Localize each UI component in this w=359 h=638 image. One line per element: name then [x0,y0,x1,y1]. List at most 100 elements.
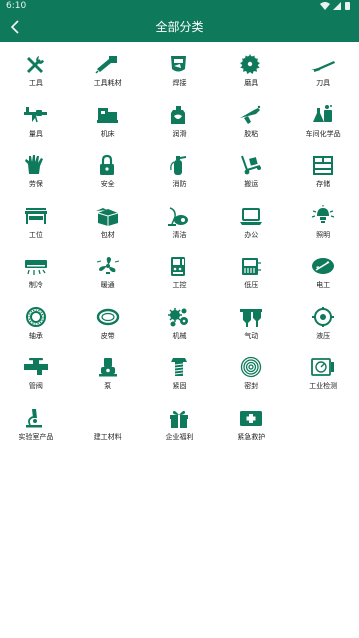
category-label: 轴承 [28,331,43,340]
category-label: 工业检测 [309,382,338,390]
category-item[interactable]: 工控 [144,252,216,303]
category-item[interactable]: 电工 [287,252,359,303]
bearing-icon [23,306,49,328]
category-label: 工控 [172,281,187,289]
category-label: 量具 [28,129,43,138]
category-item[interactable]: 包材 [72,202,144,253]
category-label: 照明 [316,230,331,239]
category-label: 密封 [244,382,259,390]
category-item[interactable]: 紧急救护 [215,404,287,455]
category-item[interactable]: 磨具 [215,50,287,101]
category-item[interactable]: 照明 [287,202,359,253]
category-row: 轴承 皮带 机械 气动 液压 [0,303,359,354]
category-item[interactable]: 液压 [287,303,359,354]
category-item[interactable]: 安全 [72,151,144,202]
category-label: 焊接 [172,79,187,87]
category-item[interactable]: 紧固 [144,353,216,404]
category-item[interactable]: 工业检测 [287,353,359,404]
category-label: 工具 [28,79,43,87]
pneumatic-icon [238,306,264,328]
category-label: 紧急救护 [237,432,266,441]
category-item[interactable]: 量具 [0,101,72,152]
category-label: 车间化学品 [305,129,341,138]
category-row: 工具 工具耗材 焊接 磨具 刀具 [0,50,359,101]
category-item[interactable]: 低压 [215,252,287,303]
category-label: 工位 [28,230,43,239]
category-icon-placeholder [95,407,121,429]
page-title: 全部分类 [155,20,204,34]
laptop-icon [238,205,264,227]
category-label: 气动 [244,331,259,340]
category-item[interactable]: 胶粘 [215,101,287,152]
category-label: 暖通 [100,281,115,289]
category-item[interactable]: 企业福利 [144,404,216,455]
empty-cell [287,404,359,455]
category-label: 工具耗材 [93,79,122,87]
category-item[interactable]: 劳保 [0,151,72,202]
category-item[interactable]: 刀具 [287,50,359,101]
category-item[interactable]: 机床 [72,101,144,152]
category-label: 包材 [100,230,115,239]
category-row: 劳保 安全 消防 搬运 存储 [0,151,359,202]
fan-icon [95,255,121,277]
category-item[interactable]: 机械 [144,303,216,354]
category-row: 工位 包材 清洁 办公 照明 [0,202,359,253]
category-label: 实验室产品 [18,432,54,441]
category-item[interactable]: 焊接 [144,50,216,101]
category-item[interactable]: 办公 [215,202,287,253]
category-item[interactable]: 搬运 [215,151,287,202]
category-item[interactable]: 管阀 [0,353,72,404]
category-item[interactable]: 暖通 [72,252,144,303]
category-label: 液压 [316,331,331,340]
category-item[interactable]: 泵 [72,353,144,404]
category-item[interactable]: 密封 [215,353,287,404]
microscope-icon [23,407,49,429]
category-label: 胶粘 [244,129,259,138]
category-item[interactable]: 建工材料 [72,404,144,455]
category-item[interactable]: 工具 [0,50,72,101]
category-item[interactable]: 轴承 [0,303,72,354]
fire-extinguisher-icon [166,154,192,176]
cutter-icon [310,53,336,75]
category-item[interactable]: 清洁 [144,202,216,253]
category-item[interactable]: 工具耗材 [72,50,144,101]
app-header: 全部分类 [0,12,359,42]
signal-icon [333,2,341,10]
controller-icon [166,255,192,277]
category-item[interactable]: 气动 [215,303,287,354]
category-label: 刀具 [316,79,331,87]
category-item[interactable]: 车间化学品 [287,101,359,152]
category-label: 机械 [172,331,187,340]
gift-icon [166,407,192,429]
category-label: 磨具 [244,79,259,87]
battery-icon [345,2,350,10]
pipe-valve-icon [23,356,49,378]
category-item[interactable]: 制冷 [0,252,72,303]
category-item[interactable]: 润滑 [144,101,216,152]
category-label: 皮带 [100,331,115,340]
category-label: 安全 [100,180,115,188]
gears-icon [166,306,192,328]
category-row: 管阀 泵 紧固 密封 工业检测 [0,353,359,404]
hydraulic-icon [310,306,336,328]
status-icons [319,1,353,11]
category-label: 清洁 [172,230,187,239]
storage-cabinet-icon [310,154,336,176]
hand-truck-icon [238,154,264,176]
status-time: 6:10 [6,1,27,11]
vacuum-cleaner-icon [166,205,192,227]
category-item[interactable]: 工位 [0,202,72,253]
glue-gun-icon [238,104,264,126]
chemicals-icon [310,104,336,126]
category-item[interactable]: 实验室产品 [0,404,72,455]
workbench-icon [23,205,49,227]
category-label: 消防 [172,180,187,188]
back-button[interactable] [4,16,26,38]
status-bar: 6:10 [0,0,359,12]
bolt-icon [166,356,192,378]
category-item[interactable]: 皮带 [72,303,144,354]
category-item[interactable]: 消防 [144,151,216,202]
category-label: 机床 [100,129,115,138]
category-item[interactable]: 存储 [287,151,359,202]
category-grid: 工具 工具耗材 焊接 磨具 刀具量具 机床 润滑 胶粘 车间化学品劳保 安全 消防 搬运 存储工位 包材 清… [0,50,359,454]
